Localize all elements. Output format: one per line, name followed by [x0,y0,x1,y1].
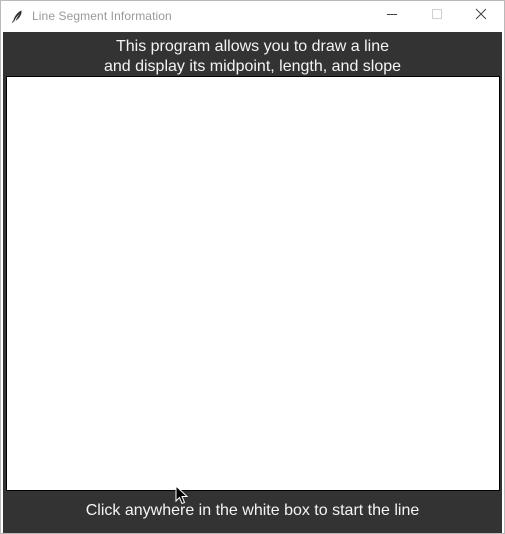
title-bar[interactable]: Line Segment Information [1,1,504,31]
app-window: Line Segment Information This program al… [0,0,505,534]
close-icon [475,7,487,25]
description: This program allows you to draw a line a… [3,37,502,77]
window-title: Line Segment Information [32,9,172,23]
description-line-2: and display its midpoint, length, and sl… [103,58,402,75]
instruction-label: Click anywhere in the white box to start… [85,502,420,519]
feather-icon [10,9,24,23]
minimize-button[interactable] [369,1,415,31]
maximize-icon [431,7,443,25]
maximize-button[interactable] [414,1,460,31]
drawing-canvas[interactable] [6,76,500,491]
description-line-1: This program allows you to draw a line [115,38,389,55]
app-body: This program allows you to draw a line a… [3,32,502,533]
minimize-icon [386,7,398,25]
close-button[interactable] [458,1,504,31]
